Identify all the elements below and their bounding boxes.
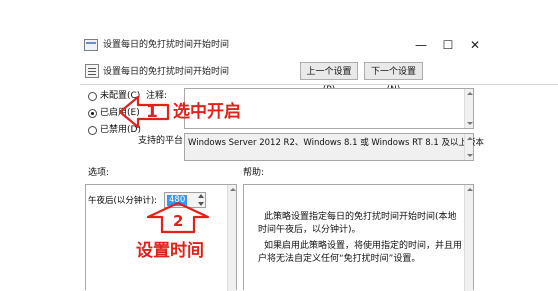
options-label: 选项: — [88, 168, 110, 178]
policy-window-icon — [84, 39, 98, 51]
radio-not-configured[interactable] — [88, 92, 97, 101]
supported-scrollbar[interactable] — [464, 134, 473, 160]
scroll-up-arrow-icon[interactable] — [467, 137, 473, 140]
minimize-button[interactable]: — — [408, 34, 434, 56]
scroll-down-arrow-icon[interactable] — [467, 154, 473, 157]
help-panel: 此策略设置指定每日的免打扰时间开始时间(本地时间午夜后，以分钟计)。 如果启用此… — [243, 184, 474, 291]
maximize-button[interactable]: ☐ — [435, 34, 461, 56]
close-button[interactable]: ✕ — [462, 34, 488, 56]
header-divider — [80, 84, 558, 85]
radio-enabled[interactable] — [88, 109, 97, 118]
annotation-arrow-left-icon — [118, 95, 170, 129]
options-panel: 午夜后(以分钟计): 480 — [85, 184, 237, 291]
help-paragraph-2: 如果启用此策略设置，将使用指定的时间，并且用户将无法自定义任何“免打扰时间”设置… — [258, 241, 463, 264]
annotation-step2-number: 2 — [173, 212, 184, 230]
comment-scrollbar[interactable] — [464, 89, 473, 128]
help-paragraph-1: 此策略设置指定每日的免打扰时间开始时间(本地时间午夜后，以分钟计)。 — [258, 212, 457, 235]
window-title: 设置每日的免打扰时间开始时间 — [103, 40, 230, 50]
annotation-step1-number: 1 — [146, 102, 158, 122]
options-scrollbar[interactable] — [227, 185, 236, 291]
supported-on-text: Windows Server 2012 R2、Windows 8.1 或 Win… — [188, 138, 484, 148]
scroll-up-arrow-icon[interactable] — [467, 92, 473, 95]
supported-on-box: Windows Server 2012 R2、Windows 8.1 或 Win… — [184, 133, 484, 161]
scroll-up-arrow-icon[interactable] — [467, 188, 473, 191]
scroll-down-arrow-icon[interactable] — [467, 122, 473, 125]
supported-on-label: 支持的平台: — [138, 136, 187, 146]
next-setting-button[interactable]: 下一个设置(N) — [364, 62, 423, 95]
setting-title: 设置每日的免打扰时间开始时间 — [103, 67, 230, 77]
annotation-step1-text: 选中开启 — [173, 102, 241, 122]
help-label: 帮助: — [243, 168, 265, 178]
setting-icon — [85, 64, 99, 78]
annotation-step2-text: 设置时间 — [136, 241, 204, 261]
radio-disabled[interactable] — [88, 126, 97, 135]
spin-up-icon[interactable] — [198, 194, 204, 198]
previous-setting-button[interactable]: 上一个设置(P) — [300, 62, 358, 95]
scroll-up-arrow-icon[interactable] — [230, 188, 236, 191]
help-scrollbar[interactable] — [464, 185, 473, 291]
